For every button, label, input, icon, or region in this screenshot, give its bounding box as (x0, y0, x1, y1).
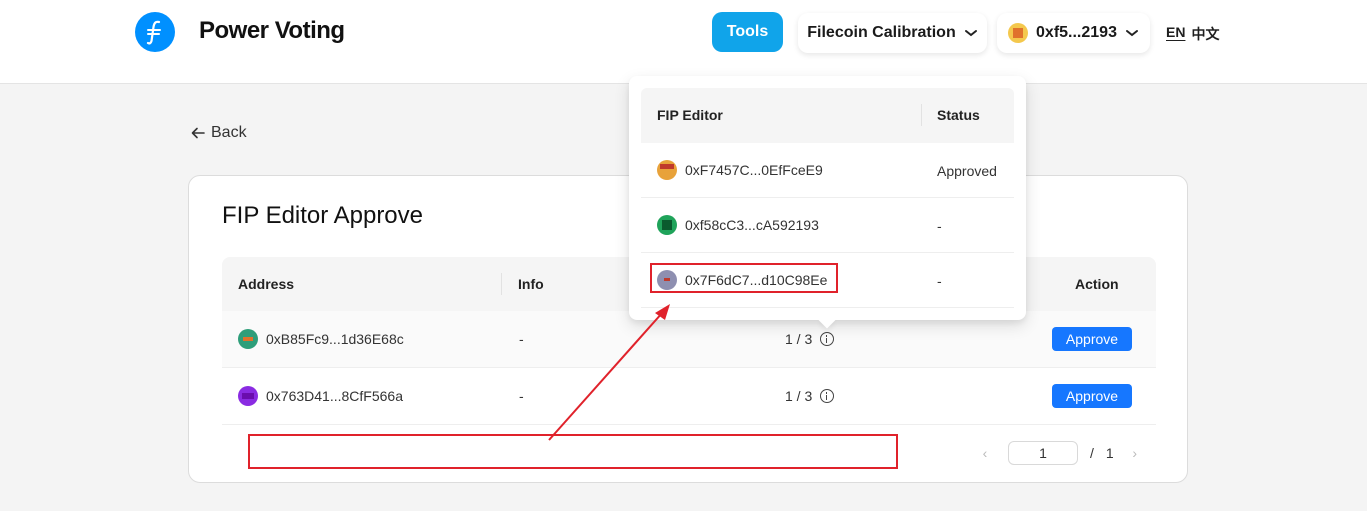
annotation-arrow (548, 304, 670, 441)
